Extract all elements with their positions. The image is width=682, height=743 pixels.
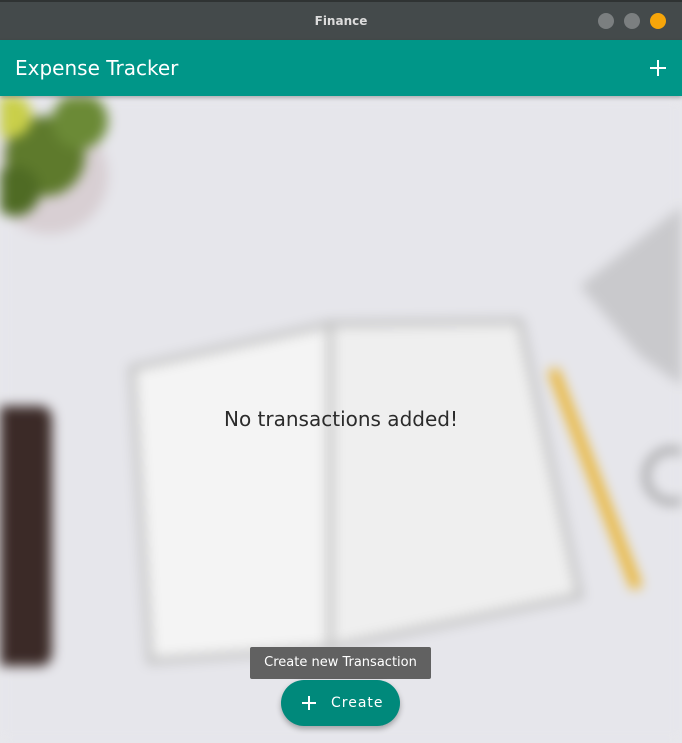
minimize-button[interactable] xyxy=(598,13,614,29)
app-window: Finance Expense Tracker No transactions … xyxy=(0,0,682,743)
fab-label: Create xyxy=(331,695,384,711)
window-title: Finance xyxy=(314,14,368,28)
plus-icon xyxy=(302,696,316,710)
empty-state-message: No transactions added! xyxy=(224,407,458,431)
window-titlebar[interactable]: Finance xyxy=(0,0,682,40)
maximize-button[interactable] xyxy=(624,13,640,29)
plus-icon xyxy=(650,60,666,76)
app-title: Expense Tracker xyxy=(15,56,179,80)
add-transaction-button[interactable] xyxy=(642,52,674,84)
app-bar: Expense Tracker xyxy=(0,40,682,96)
create-transaction-fab[interactable]: Create xyxy=(281,680,400,726)
fab-tooltip: Create new Transaction xyxy=(250,647,431,679)
close-button[interactable] xyxy=(650,13,666,29)
